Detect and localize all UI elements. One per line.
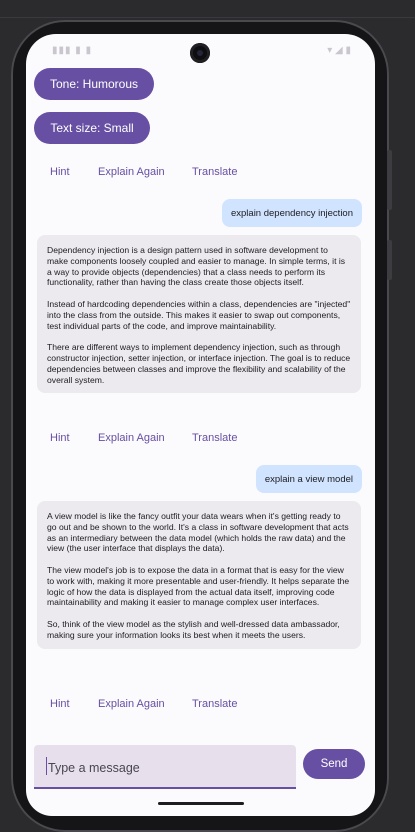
status-bar: ▮▮▮ ▮ ▮ ▾ ◢ ▮ — [26, 34, 375, 64]
action-row: Hint Explain Again Translate — [26, 166, 375, 186]
text-size-chip[interactable]: Text size: Small — [34, 112, 150, 144]
send-button[interactable]: Send — [303, 749, 365, 779]
status-time: ▮▮▮ ▮ ▮ — [52, 45, 93, 56]
assistant-paragraph: A view model is like the fancy outfit yo… — [47, 511, 349, 554]
user-message: explain dependency injection — [221, 199, 362, 227]
assistant-paragraph: So, think of the view model as the styli… — [47, 618, 340, 640]
translate-button[interactable]: Translate — [192, 698, 237, 710]
hint-button[interactable]: Hint — [50, 166, 70, 178]
user-message-text: explain a view model — [264, 473, 353, 485]
tone-chip[interactable]: Tone: Humorous — [34, 68, 154, 100]
explain-again-button[interactable]: Explain Again — [98, 698, 165, 710]
front-camera — [190, 43, 210, 63]
hint-button[interactable]: Hint — [50, 698, 70, 710]
hint-button[interactable]: Hint — [50, 432, 70, 444]
host-window-edge — [0, 17, 415, 18]
action-row: Hint Explain Again Translate — [26, 432, 375, 452]
action-row: Hint Explain Again Translate — [26, 698, 375, 718]
explain-again-button[interactable]: Explain Again — [98, 432, 165, 444]
text-size-chip-label: Text size: Small — [50, 121, 134, 135]
assistant-paragraph: Instead of hardcoding dependencies withi… — [47, 298, 351, 331]
assistant-paragraph: Dependency injection is a design pattern… — [47, 245, 346, 288]
assistant-message: A view model is like the fancy outfit yo… — [37, 501, 361, 649]
tone-chip-label: Tone: Humorous — [49, 77, 139, 91]
home-indicator[interactable] — [158, 802, 244, 805]
send-button-label: Send — [320, 758, 348, 770]
message-input-field[interactable] — [34, 745, 296, 789]
volume-button — [387, 150, 392, 210]
app-screen: ▮▮▮ ▮ ▮ ▾ ◢ ▮ Tone: Humorous Text size: … — [26, 34, 375, 816]
assistant-paragraph: The view model's job is to expose the da… — [47, 564, 350, 608]
translate-button[interactable]: Translate — [192, 432, 237, 444]
message-input[interactable] — [46, 757, 290, 779]
text-cursor — [46, 757, 47, 775]
assistant-paragraph: There are different ways to implement de… — [47, 342, 351, 385]
status-icons: ▾ ◢ ▮ — [327, 45, 351, 56]
user-message-text: explain dependency injection — [230, 207, 353, 219]
power-button — [387, 240, 392, 280]
user-message: explain a view model — [255, 465, 362, 493]
assistant-message: Dependency injection is a design pattern… — [37, 235, 361, 394]
explain-again-button[interactable]: Explain Again — [98, 166, 165, 178]
translate-button[interactable]: Translate — [192, 166, 237, 178]
